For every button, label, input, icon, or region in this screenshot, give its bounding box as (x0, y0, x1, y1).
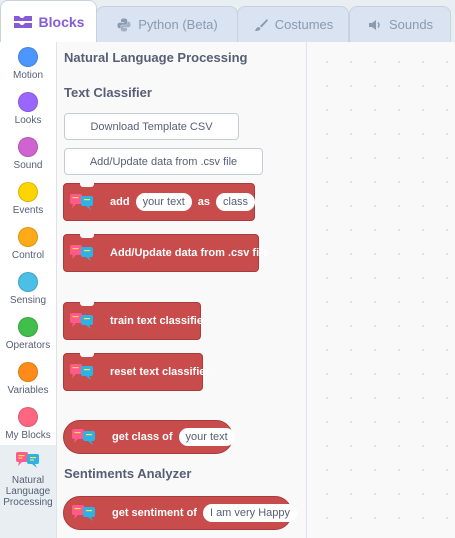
tab-python-label: Python (Beta) (138, 17, 218, 32)
category-control[interactable]: Control (0, 224, 56, 269)
category-my-blocks[interactable]: My Blocks (0, 404, 56, 449)
tab-costumes[interactable]: Costumes (237, 6, 349, 42)
sensing-color-dot (18, 272, 38, 292)
add-text-as-class-block[interactable]: add your text as class (63, 183, 256, 221)
events-color-dot (18, 182, 38, 202)
sentiment-text-input-slot[interactable]: I am very Happy (202, 504, 298, 522)
my-blocks-color-dot (18, 407, 38, 427)
category-variables-label: Variables (7, 385, 49, 396)
python-icon (117, 18, 131, 31)
get-class-block-label: get class of (112, 431, 173, 443)
text-input-slot[interactable]: your text (178, 428, 235, 446)
block-palette: Natural Language Processing Text Classif… (57, 42, 307, 538)
nlp-icon (72, 429, 95, 445)
looks-color-dot (18, 92, 38, 112)
control-color-dot (18, 227, 38, 247)
get-sentiment-of-block[interactable]: get sentiment of I am very Happy (63, 496, 298, 530)
nlp-icon (16, 452, 39, 468)
category-control-label: Control (11, 250, 45, 261)
reset-block-label: reset text classifier (110, 366, 210, 378)
palette-title: Natural Language Processing (64, 50, 248, 65)
variables-color-dot (18, 362, 38, 382)
block-notch (80, 234, 94, 238)
nlp-icon (70, 364, 93, 380)
app-root: Costumes Sounds Python (Beta) Blocks Mot… (0, 0, 455, 538)
script-workspace[interactable] (307, 42, 455, 538)
category-sensing[interactable]: Sensing (0, 269, 56, 314)
blocks-icon (13, 15, 32, 28)
text-input-slot[interactable]: your text (135, 193, 192, 211)
category-motion-label: Motion (12, 70, 43, 81)
tab-sounds-label: Sounds (388, 17, 434, 32)
get-class-of-block[interactable]: get class of your text (63, 420, 235, 454)
category-motion[interactable]: Motion (0, 44, 56, 89)
nlp-icon (70, 313, 93, 329)
block-notch (80, 353, 94, 357)
add-update-csv-button[interactable]: Add/Update data from .csv file (64, 148, 263, 175)
reset-text-classifier-block[interactable]: reset text classifier (63, 353, 210, 391)
tab-sounds[interactable]: Sounds (349, 6, 451, 42)
add-update-csv-block[interactable]: Add/Update data from .csv file (63, 234, 268, 272)
category-looks-label: Looks (14, 115, 42, 126)
category-nlp[interactable]: Natural Language Processing (0, 445, 56, 538)
nlp-icon (72, 505, 95, 521)
category-operators[interactable]: Operators (0, 314, 56, 359)
download-template-csv-button[interactable]: Download Template CSV (64, 113, 239, 140)
category-events-label: Events (12, 205, 44, 216)
speaker-icon (368, 19, 380, 30)
category-looks[interactable]: Looks (0, 89, 56, 134)
motion-color-dot (18, 47, 38, 67)
category-operators-label: Operators (5, 340, 51, 351)
train-text-classifier-block[interactable]: train text classifier (63, 302, 207, 340)
category-my-blocks-label: My Blocks (5, 430, 51, 441)
tab-costumes-label: Costumes (274, 17, 334, 32)
tab-blocks[interactable]: Blocks (0, 0, 97, 42)
block-notch (80, 183, 94, 187)
sound-color-dot (18, 137, 38, 157)
add-update-csv-block-label: Add/Update data from .csv file (110, 247, 269, 259)
train-block-label: train text classifier (110, 315, 208, 327)
tab-blocks-label: Blocks (38, 13, 85, 30)
category-sound-label: Sound (13, 160, 43, 171)
category-menu: Motion Looks Sound Events Control Sensin… (0, 42, 57, 538)
category-events[interactable]: Events (0, 179, 56, 224)
category-variables[interactable]: Variables (0, 359, 56, 404)
category-nlp-label: Natural Language Processing (3, 475, 53, 508)
category-sensing-label: Sensing (9, 295, 47, 306)
nlp-icon (70, 194, 93, 210)
operators-color-dot (18, 317, 38, 337)
add-block-label: add (110, 196, 130, 208)
get-sentiment-block-label: get sentiment of (112, 507, 197, 519)
block-notch (80, 302, 94, 306)
editor-tabs: Costumes Sounds Python (Beta) Blocks (0, 0, 455, 42)
brush-icon (254, 18, 268, 31)
class-input-slot[interactable]: class (216, 193, 256, 211)
as-block-label: as (197, 196, 210, 208)
section-sentiments-analyzer: Sentiments Analyzer (64, 466, 192, 481)
section-text-classifier: Text Classifier (64, 85, 152, 100)
nlp-icon (70, 245, 93, 261)
category-sound[interactable]: Sound (0, 134, 56, 179)
tab-python[interactable]: Python (Beta) (96, 6, 238, 42)
